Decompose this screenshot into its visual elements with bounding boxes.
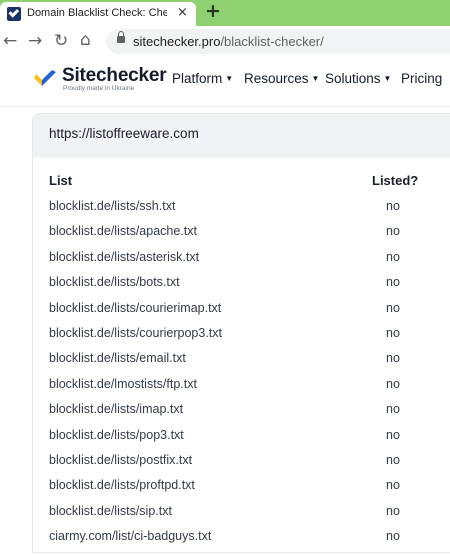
address-bar[interactable]: sitechecker.pro/blacklist-checker/ bbox=[106, 29, 450, 54]
listed-status: no bbox=[386, 199, 400, 213]
checked-domain: https://listoffreeware.com bbox=[49, 126, 199, 141]
nav-resources-label: Resources bbox=[244, 71, 309, 86]
column-header-list: List bbox=[49, 173, 73, 188]
listed-status: no bbox=[386, 376, 400, 391]
table-row: blocklist.de/lists/ssh.txt no bbox=[33, 199, 450, 225]
table-row: blocklist.de/lmostists/ftp.txt no bbox=[33, 377, 450, 403]
listed-status: no bbox=[386, 275, 400, 290]
url-text[interactable]: sitechecker.pro/blacklist-checker/ bbox=[133, 34, 324, 49]
nav-pricing[interactable]: Pricing bbox=[401, 71, 442, 86]
table-row: blocklist.de/lists/apache.txt no bbox=[33, 224, 450, 250]
table-row: blocklist.de/lists/courierpop3.txt no bbox=[33, 326, 450, 352]
browser-toolbar: ← → ↻ ⌂ sitechecker.pro/blacklist-checke… bbox=[0, 26, 450, 57]
listed-status: no bbox=[386, 529, 400, 544]
table-row: blocklist.de/lists/postfix.txt no bbox=[33, 453, 450, 479]
listed-status: no bbox=[386, 224, 400, 239]
blacklist-name: blocklist.de/lists/email.txt bbox=[49, 351, 186, 366]
close-tab-icon[interactable]: × bbox=[177, 5, 188, 20]
table-row: ciarmy.com/list/ci-badguys.txt no bbox=[33, 529, 450, 555]
listed-status: no bbox=[386, 249, 400, 264]
listed-status: no bbox=[386, 300, 400, 315]
url-path: /blacklist-checker/ bbox=[220, 34, 324, 49]
table-row: blocklist.de/lists/pop3.txt no bbox=[33, 428, 450, 454]
table-row: blocklist.de/lists/bots.txt no bbox=[33, 275, 450, 301]
nav-platform[interactable]: Platform ▼ bbox=[172, 71, 233, 86]
blacklist-name: blocklist.de/lmostists/ftp.txt bbox=[49, 376, 197, 391]
listed-status: no bbox=[386, 453, 400, 467]
new-tab-icon[interactable]: + bbox=[205, 0, 221, 22]
blacklist-name: blocklist.de/lists/proftpd.txt bbox=[49, 478, 195, 493]
chevron-down-icon: ▼ bbox=[225, 74, 234, 83]
blacklist-name: blocklist.de/lists/courierimap.txt bbox=[49, 300, 222, 315]
url-host: sitechecker.pro bbox=[133, 34, 221, 49]
blacklist-name: blocklist.de/lists/postfix.txt bbox=[49, 453, 193, 467]
blacklist-name: blocklist.de/lists/pop3.txt bbox=[49, 427, 184, 442]
listed-status: no bbox=[386, 402, 400, 417]
brand-name[interactable]: Sitechecker bbox=[62, 65, 167, 87]
chevron-down-icon: ▼ bbox=[311, 74, 320, 83]
lock-icon[interactable] bbox=[117, 31, 125, 43]
table-row: blocklist.de/lists/courierimap.txt no bbox=[33, 301, 450, 327]
home-icon[interactable]: ⌂ bbox=[80, 30, 91, 50]
forward-arrow-icon[interactable]: → bbox=[28, 31, 42, 51]
blacklist-name: blocklist.de/lists/imap.txt bbox=[49, 402, 184, 417]
sitechecker-logo-icon[interactable] bbox=[33, 70, 57, 88]
nav-solutions[interactable]: Solutions ▼ bbox=[325, 71, 391, 86]
browser-tab-strip: Domain Blacklist Check: Check if × + bbox=[0, 0, 450, 26]
checked-domain-bar: https://listoffreeware.com bbox=[33, 114, 450, 158]
chevron-down-icon: ▼ bbox=[383, 74, 392, 83]
listed-status: no bbox=[386, 427, 400, 442]
listed-status: no bbox=[386, 503, 400, 518]
nav-platform-label: Platform bbox=[172, 71, 223, 86]
listed-status: no bbox=[386, 326, 400, 340]
table-row: blocklist.de/lists/email.txt no bbox=[33, 351, 450, 377]
back-arrow-icon[interactable]: ← bbox=[3, 31, 17, 51]
table-row: blocklist.de/lists/proftpd.txt no bbox=[33, 478, 450, 504]
table-row: blocklist.de/lists/asterisk.txt no bbox=[33, 250, 450, 276]
sitechecker-favicon-icon bbox=[7, 7, 21, 21]
table-row: blocklist.de/lists/imap.txt no bbox=[33, 402, 450, 428]
tab-title: Domain Blacklist Check: Check if bbox=[27, 7, 167, 19]
brand-tagline: Proudly made in Ukraine bbox=[63, 85, 135, 92]
table-row: blocklist.de/lists/sip.txt no bbox=[33, 504, 450, 530]
column-header-listed: Listed? bbox=[372, 173, 419, 188]
blacklist-name: blocklist.de/lists/sip.txt bbox=[49, 503, 172, 518]
blacklist-name: blocklist.de/lists/apache.txt bbox=[49, 224, 197, 239]
nav-solutions-label: Solutions bbox=[325, 71, 381, 86]
browser-tab[interactable]: Domain Blacklist Check: Check if × bbox=[0, 2, 196, 26]
nav-resources[interactable]: Resources ▼ bbox=[244, 71, 319, 86]
reload-icon[interactable]: ↻ bbox=[54, 31, 68, 51]
blacklist-name: ciarmy.com/list/ci-badguys.txt bbox=[49, 529, 212, 544]
page-content: https://listoffreeware.com List Listed? … bbox=[0, 107, 450, 553]
blacklist-name: blocklist.de/lists/asterisk.txt bbox=[49, 249, 200, 264]
blacklist-name: blocklist.de/lists/bots.txt bbox=[49, 275, 180, 290]
listed-status: no bbox=[386, 478, 400, 493]
blacklist-name: blocklist.de/lists/ssh.txt bbox=[49, 199, 176, 213]
blacklist-results-card: https://listoffreeware.com List Listed? … bbox=[32, 113, 450, 553]
site-header: Sitechecker Proudly made in Ukraine Plat… bbox=[0, 57, 450, 107]
listed-status: no bbox=[386, 351, 400, 366]
blacklist-name: blocklist.de/lists/courierpop3.txt bbox=[49, 326, 222, 340]
